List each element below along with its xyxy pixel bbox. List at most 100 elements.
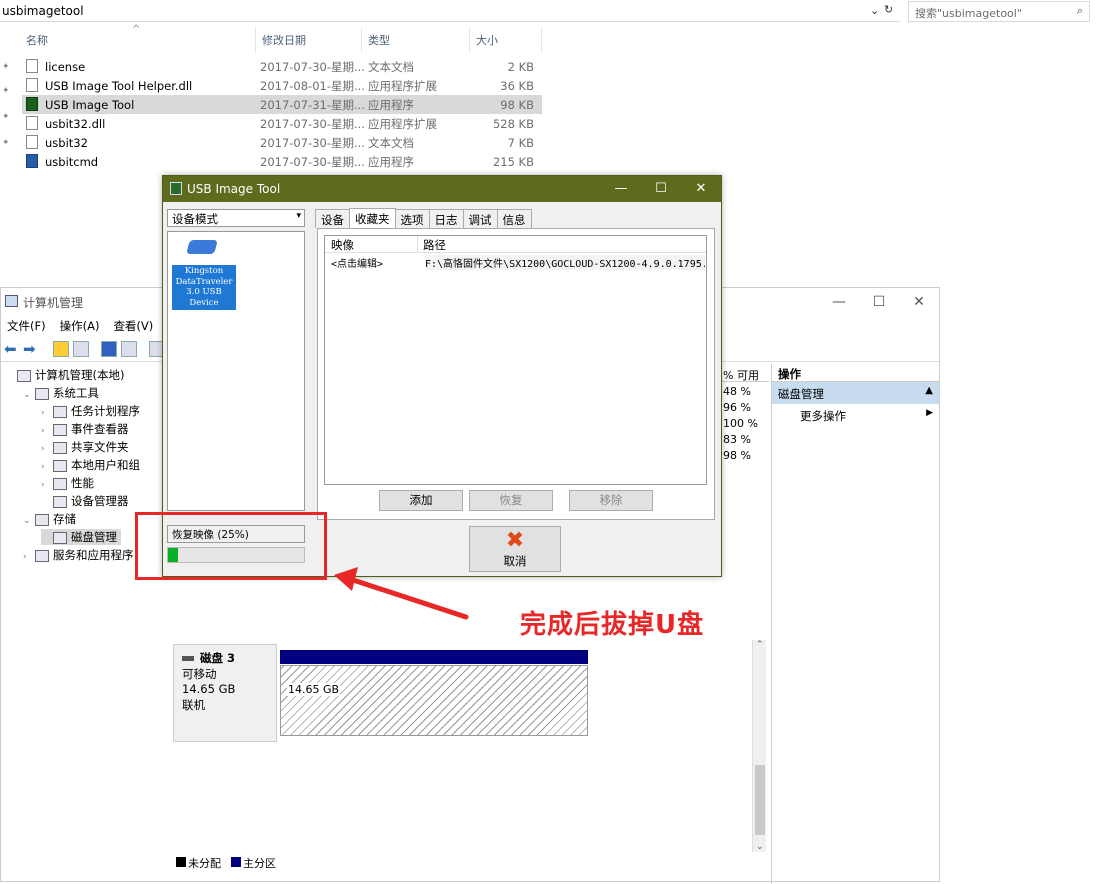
- file-row[interactable]: usbitcmd 2017-07-30-星期... 应用程序 215 KB: [22, 152, 542, 171]
- tree-item-label: 任务计划程序: [71, 404, 140, 418]
- tree-item[interactable]: › 任务计划程序: [41, 403, 140, 419]
- maximize-button[interactable]: ☐: [641, 176, 681, 202]
- expand-icon[interactable]: ›: [41, 426, 53, 436]
- search-input[interactable]: 搜索"usbimagetool" ⌕: [908, 1, 1090, 22]
- tree-item[interactable]: › 性能: [41, 475, 94, 491]
- disk-header[interactable]: 磁盘 3 可移动 14.65 GB 联机: [173, 644, 277, 742]
- collapse-icon[interactable]: ▲: [925, 385, 933, 396]
- menu-item[interactable]: 文件(F): [7, 318, 46, 334]
- expand-icon[interactable]: ›: [41, 480, 53, 490]
- usb-drive-icon[interactable]: [186, 240, 218, 254]
- tree-node-icon: [53, 423, 67, 436]
- maximize-button[interactable]: ☐: [859, 288, 899, 316]
- minimize-button[interactable]: —: [601, 176, 641, 202]
- tree-item[interactable]: 计算机管理(本地): [5, 367, 124, 383]
- close-button[interactable]: ✕: [681, 176, 721, 202]
- scroll-down-icon[interactable]: ⌄: [756, 842, 764, 852]
- vertical-scrollbar[interactable]: ⌃ ⌄: [752, 640, 766, 852]
- tab-1[interactable]: 收藏夹: [349, 208, 396, 228]
- expand-icon[interactable]: ⌄: [23, 516, 35, 526]
- more-actions-item[interactable]: 更多操作 ▶: [772, 404, 939, 424]
- column-header-name[interactable]: 名称 ^: [20, 24, 256, 52]
- remove-button[interactable]: 移除: [569, 490, 653, 511]
- tree-node-icon: [53, 405, 67, 418]
- close-button[interactable]: ✕: [899, 288, 939, 316]
- folder-up-icon[interactable]: [53, 341, 69, 357]
- mode-select[interactable]: 设备模式 ▾: [167, 209, 305, 227]
- file-row[interactable]: usbit32 2017-07-30-星期... 文本文档 7 KB: [22, 133, 542, 152]
- tab-4[interactable]: 调试: [462, 209, 498, 228]
- column-header-size[interactable]: 大小: [470, 28, 542, 52]
- file-name: usbitcmd: [45, 154, 99, 169]
- menu-bar: 文件(F)操作(A)查看(V)帮: [7, 318, 179, 334]
- address-bar[interactable]: usbimagetool ⌄ ↻: [0, 0, 900, 22]
- dll-file-icon: [26, 78, 38, 92]
- column-header-type[interactable]: 类型: [362, 28, 470, 52]
- cancel-button[interactable]: ✖ 取消: [469, 526, 561, 572]
- tree-item[interactable]: › 服务和应用程序: [23, 547, 134, 563]
- file-type: 应用程序: [368, 154, 414, 169]
- column-header-path[interactable]: 路径: [423, 237, 446, 253]
- forward-arrow-icon[interactable]: ➡: [23, 340, 36, 358]
- window-titlebar[interactable]: USB Image Tool — ☐ ✕: [163, 176, 721, 202]
- file-name: usbit32.dll: [45, 116, 106, 131]
- favorites-row[interactable]: <点击编辑> F:\高恪固件文件\SX1200\GOCLOUD-SX1200-4…: [325, 253, 706, 270]
- file-date: 2017-07-31-星期...: [260, 97, 365, 112]
- actions-header: 操作: [772, 364, 939, 382]
- tree-item[interactable]: › 本地用户和组: [41, 457, 140, 473]
- file-size: 215 KB: [492, 154, 534, 169]
- file-type: 文本文档: [368, 59, 414, 74]
- expand-icon[interactable]: ⌄: [23, 390, 35, 400]
- file-name: USB Image Tool Helper.dll: [45, 78, 193, 93]
- minimize-button[interactable]: —: [819, 288, 859, 316]
- usb-image-tool-icon: [170, 182, 182, 195]
- file-type: 文本文档: [368, 135, 414, 150]
- restore-button[interactable]: 恢复: [469, 490, 553, 511]
- free-percent-value: 48 %: [723, 385, 751, 398]
- free-percent-value: 100 %: [723, 417, 758, 430]
- expand-icon[interactable]: ›: [41, 462, 53, 472]
- column-header-date[interactable]: 修改日期: [256, 28, 362, 52]
- file-row[interactable]: USB Image Tool 2017-07-31-星期... 应用程序 98 KB: [22, 95, 542, 114]
- menu-item[interactable]: 查看(V): [113, 318, 153, 334]
- help-icon[interactable]: [101, 341, 117, 357]
- expand-icon[interactable]: ›: [41, 408, 53, 418]
- file-row[interactable]: license 2017-07-30-星期... 文本文档 2 KB: [22, 57, 542, 76]
- expand-icon[interactable]: ›: [41, 444, 53, 454]
- refresh-icon[interactable]: ↻: [884, 3, 893, 16]
- column-header-image[interactable]: 映像: [331, 237, 354, 253]
- scrollbar-thumb[interactable]: [755, 765, 765, 835]
- back-arrow-icon[interactable]: ⬅: [4, 340, 17, 358]
- expand-icon[interactable]: ›: [23, 552, 35, 562]
- properties-icon[interactable]: [121, 341, 137, 357]
- tab-0[interactable]: 设备: [315, 209, 350, 228]
- file-date: 2017-07-30-星期...: [260, 116, 365, 131]
- favorite-image-cell[interactable]: <点击编辑>: [331, 255, 383, 270]
- file-row[interactable]: USB Image Tool Helper.dll 2017-08-01-星期..…: [22, 76, 542, 95]
- address-text: usbimagetool: [2, 3, 84, 18]
- tab-2[interactable]: 选项: [394, 209, 430, 228]
- add-button[interactable]: 添加: [379, 490, 463, 511]
- chevron-down-icon[interactable]: ⌄: [870, 4, 879, 17]
- scroll-up-icon[interactable]: ⌃: [756, 640, 764, 650]
- menu-item[interactable]: 操作(A): [60, 318, 100, 334]
- show-hide-tree-icon[interactable]: [73, 341, 89, 357]
- device-item-label[interactable]: Kingston DataTraveler 3.0 USB Device: [172, 265, 236, 310]
- actions-section[interactable]: 磁盘管理 ▲: [772, 382, 939, 404]
- legend-label: 主分区: [243, 857, 276, 870]
- tab-3[interactable]: 日志: [428, 209, 464, 228]
- free-percent-value: 83 %: [723, 433, 751, 446]
- tree-item[interactable]: 磁盘管理: [41, 529, 121, 545]
- legend-item: 未分配: [176, 855, 221, 871]
- free-percent-header[interactable]: % 可用: [719, 364, 769, 382]
- text-file-icon: [26, 59, 38, 73]
- tree-item[interactable]: › 共享文件夹: [41, 439, 129, 455]
- partition-block[interactable]: 14.65 GB: [280, 665, 588, 736]
- tree-item[interactable]: ⌄ 存储: [23, 511, 76, 527]
- tree-item[interactable]: 设备管理器: [41, 493, 129, 509]
- tree-item[interactable]: ⌄ 系统工具: [23, 385, 99, 401]
- file-row[interactable]: usbit32.dll 2017-07-30-星期... 应用程序扩展 528 KB: [22, 114, 542, 133]
- tree-item[interactable]: › 事件查看器: [41, 421, 129, 437]
- annotation-note: 完成后拔掉U盘: [520, 610, 705, 640]
- tab-5[interactable]: 信息: [496, 209, 532, 228]
